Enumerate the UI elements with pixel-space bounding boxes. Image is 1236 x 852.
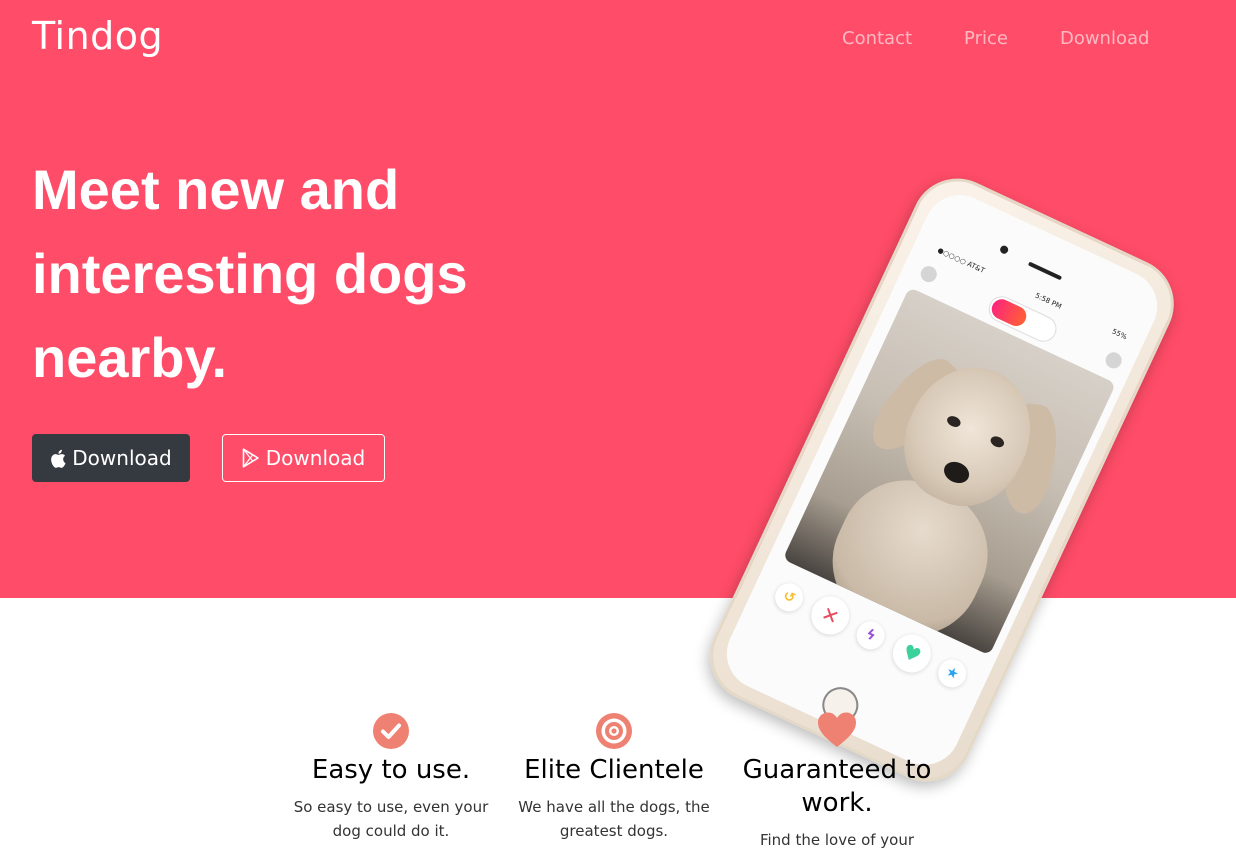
chat-icon [1103, 349, 1125, 371]
nav-link-download[interactable]: Download [1060, 28, 1149, 49]
google-play-icon [242, 448, 260, 468]
nav-link-contact[interactable]: Contact [842, 28, 912, 49]
feature-text: So easy to use, even your dog could do i… [293, 798, 489, 840]
phone-speaker [1027, 261, 1063, 281]
superlike-star-icon: ★ [933, 654, 971, 693]
rewind-icon: ↺ [770, 578, 808, 616]
google-play-download-button[interactable]: Download [222, 434, 385, 482]
navbar-links: Contact Price Download [842, 28, 1149, 49]
heart-icon [818, 712, 856, 747]
phone-time: 5:58 PM [1033, 291, 1063, 311]
nope-icon: ✕ [805, 590, 856, 641]
check-circle-icon [373, 713, 409, 749]
feature-title: Elite Clientele [524, 755, 704, 785]
phone-battery: 55% [1110, 327, 1129, 342]
feature-guaranteed: Guaranteed to work. Find the love of you… [727, 712, 947, 852]
feature-text: Find the love of your [759, 831, 915, 849]
apple-icon [50, 449, 66, 468]
boost-icon: ϟ [852, 616, 890, 655]
feature-title: Easy to use. [311, 755, 471, 785]
profile-icon [918, 263, 940, 285]
bullseye-icon [596, 713, 632, 749]
google-play-download-label: Download [265, 446, 366, 470]
like-heart-icon: ♥ [886, 628, 938, 679]
apple-download-button[interactable]: Download [32, 434, 190, 482]
nav-link-price[interactable]: Price [964, 28, 1008, 49]
brand-logo[interactable]: Tindog [32, 14, 163, 58]
hero-headline: Meet new and interesting dogs nearby. [32, 158, 468, 389]
feature-elite-clientele: Elite Clientele We have all the dogs, th… [504, 712, 724, 843]
feature-title: Guaranteed to work. [742, 755, 932, 818]
apple-download-label: Download [72, 446, 172, 470]
phone-camera [998, 244, 1010, 256]
feature-easy-to-use: Easy to use. So easy to use, even your d… [281, 712, 501, 843]
flame-icon [988, 295, 1030, 330]
feature-text: We have all the dogs, the greatest dogs. [518, 798, 710, 840]
